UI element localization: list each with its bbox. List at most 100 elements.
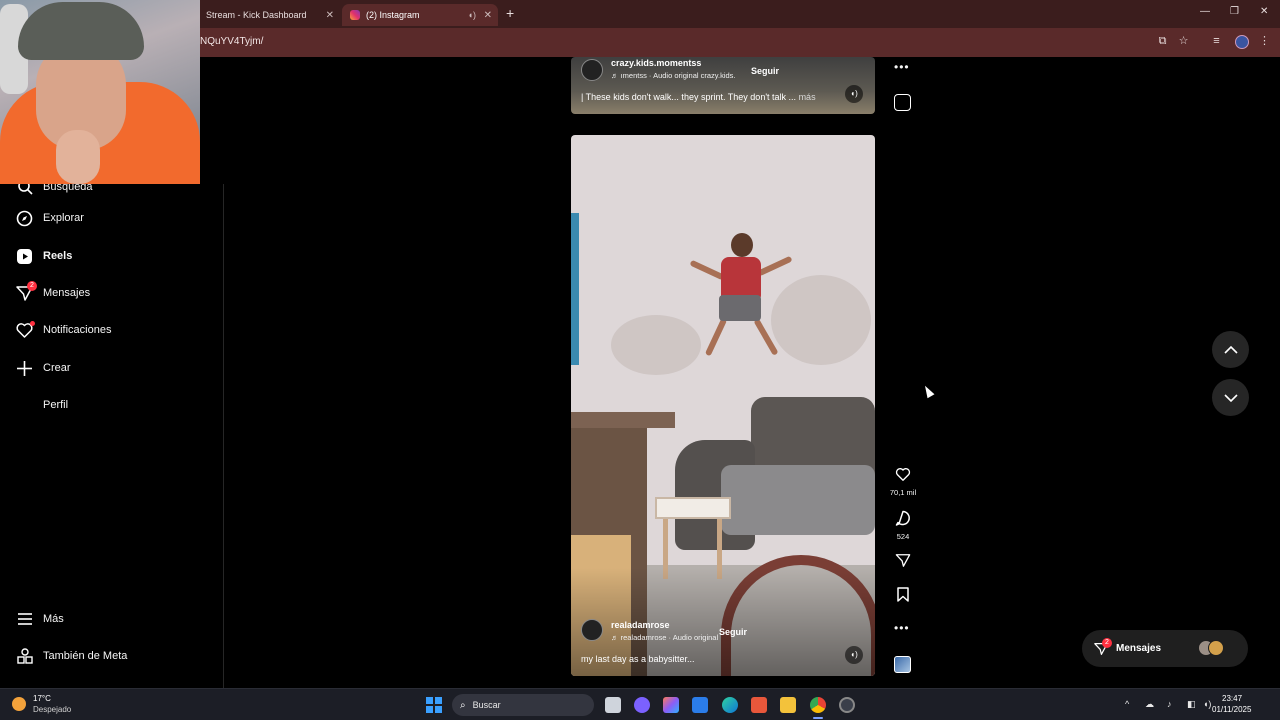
obs-icon[interactable] [839,697,855,713]
microphone-icon[interactable]: ♪ [1167,699,1172,709]
sidebar-item-profile[interactable]: Perfil [16,394,68,416]
heart-icon [16,320,35,339]
audio-thumbnail[interactable] [894,656,911,673]
install-app-icon[interactable]: ⧉ [1156,35,1169,48]
tab-instagram[interactable]: (2) Instagram ◖) ✕ [342,4,498,26]
like-button[interactable]: 70,1 mil [888,467,918,497]
comment-count: 524 [896,532,910,541]
reel-username[interactable]: crazy.kids.momentss [611,58,701,68]
start-button[interactable] [426,697,442,713]
windows-taskbar: 17°C Despejado ⌕ Buscar ^ ☁ ♪ ◧ ◖) 23:47… [0,688,1280,720]
weather-description[interactable]: Despejado [33,705,71,714]
store-icon[interactable] [692,697,708,713]
reels-icon [16,248,33,265]
reel-swap-icon[interactable] [894,94,911,111]
weather-temperature[interactable]: 17°C [33,694,51,703]
chevron-up-icon [1223,345,1238,354]
avatar [1208,640,1224,656]
reel-previous[interactable]: crazy.kids.momentss ♬ ımentss · Audio or… [571,57,875,114]
taskbar-search[interactable]: ⌕ Buscar [452,694,594,716]
chevron-down-icon [1223,393,1238,402]
close-window-icon[interactable]: ✕ [1260,6,1268,17]
browser-menu-icon[interactable]: ⋮ [1258,35,1271,48]
copilot-icon[interactable] [663,697,679,713]
menu-icon [16,611,33,628]
close-tab-icon[interactable]: ✕ [326,10,334,21]
reel-caption[interactable]: | These kids don't walk... they sprint. … [581,92,816,102]
sidebar-item-explore[interactable]: Explorar [16,207,84,229]
compass-icon [16,210,33,227]
new-tab-icon[interactable]: + [506,5,514,21]
bookmark-star-icon[interactable]: ☆ [1177,35,1190,48]
reel-author-avatar[interactable] [581,619,603,641]
reel-audio[interactable]: ♬ ımentss · Audio original crazy.kids. [611,71,736,80]
maximize-icon[interactable]: ❐ [1230,6,1239,17]
messages-label: Mensajes [1116,643,1162,654]
messages-badge: 2 [27,280,37,291]
sound-icon[interactable]: ◖) [845,646,863,664]
conversation-avatars [1198,640,1230,656]
sidebar-item-label: Mensajes [43,287,91,299]
chrome-icon[interactable] [810,697,826,713]
mouse-cursor [921,383,935,399]
sidebar-item-notifications[interactable]: Notificaciones [16,319,111,341]
sidebar-item-more[interactable]: Más [16,608,64,630]
close-tab-icon[interactable]: ✕ [484,10,492,21]
reel-caption[interactable]: my last day as a babysitter... [581,654,695,664]
tab-title: (2) Instagram [366,10,420,20]
more-options-icon[interactable]: ••• [894,621,910,635]
chevron-up-icon[interactable]: ^ [1125,699,1129,709]
sidebar-item-label: Reels [43,250,73,262]
reel-author-avatar[interactable] [581,59,603,81]
sidebar-item-label: Notificaciones [43,324,112,336]
next-reel-button[interactable] [1212,379,1249,416]
weather-icon[interactable] [12,697,26,711]
wifi-icon[interactable]: ◧ [1187,699,1196,710]
like-count: 70,1 mil [889,488,917,497]
messenger-icon: 2 [16,280,37,302]
task-view-icon[interactable] [605,697,621,713]
save-button[interactable] [888,587,918,607]
sidebar-item-create[interactable]: Crear [16,357,71,379]
sidebar-item-messages[interactable]: 2 Mensajes [16,280,91,304]
sidebar-item-label: Crear [43,362,71,374]
screen: Stream - Kick Dashboard ✕ (2) Instagram … [0,0,1280,720]
more-options-icon[interactable]: ••• [894,60,910,74]
edge-icon[interactable] [722,697,738,713]
messenger-icon: 2 [1094,637,1112,656]
minimize-icon[interactable]: — [1200,6,1210,17]
sidebar-item-also-from-meta[interactable]: También de Meta [16,645,127,667]
share-button[interactable] [888,553,918,573]
bookmark-icon [897,587,909,602]
messages-pill[interactable]: 2 Mensajes [1082,630,1248,667]
volume-icon[interactable]: ◖) [1203,699,1211,709]
browser-profile-avatar[interactable] [1235,35,1249,49]
more-link[interactable]: más [799,92,816,102]
cap-shape [18,2,144,60]
url-text[interactable]: NQuYV4Tyjm/ [200,36,263,47]
comment-button[interactable]: 524 [888,510,918,541]
reel-audio[interactable]: ♬ realadamrose · Audio original [611,633,718,642]
reel-username[interactable]: realadamrose [611,620,670,630]
tab-kick-dashboard[interactable]: Stream - Kick Dashboard ✕ [198,4,340,26]
app-icon[interactable] [751,697,767,713]
speaker-icon[interactable]: ◖) [468,10,476,20]
instagram-favicon-icon [350,10,360,20]
plus-icon [16,360,33,377]
cloud-icon[interactable]: ☁ [1145,699,1154,710]
media-control-icon[interactable]: ≡ [1210,35,1223,48]
notification-dot [30,320,35,326]
instagram-app-icon[interactable] [634,697,650,713]
previous-reel-button[interactable] [1212,331,1249,368]
sound-icon[interactable]: ◖) [845,85,863,103]
reel-current[interactable]: realadamrose ♬ realadamrose · Audio orig… [571,135,875,676]
search-placeholder: Buscar [472,700,501,710]
follow-button[interactable]: Seguir [719,627,747,637]
file-explorer-icon[interactable] [780,697,796,713]
search-icon: ⌕ [460,699,466,711]
sidebar-item-reels[interactable]: Reels [16,245,72,267]
follow-button[interactable]: Seguir [751,66,779,76]
clock-time[interactable]: 23:47 [1222,694,1242,703]
clock-date[interactable]: 01/11/2025 [1212,705,1251,714]
profile-icon [16,397,33,414]
